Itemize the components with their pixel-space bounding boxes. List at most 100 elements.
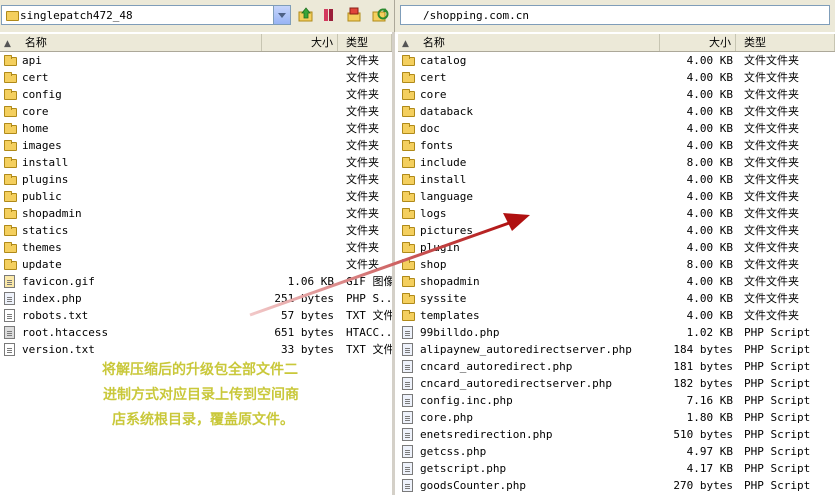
file-name: templates xyxy=(420,309,480,322)
file-row[interactable]: robots.txt 57 bytes TXT 文件 xyxy=(0,307,392,324)
file-size: 4.00 KB xyxy=(686,88,733,101)
file-row[interactable]: enetsredirection.php 510 bytes PHP Script xyxy=(398,426,835,443)
folder-row[interactable]: install 文件夹 xyxy=(0,154,392,171)
file-name: shopadmin xyxy=(420,275,480,288)
file-size: 4.00 KB xyxy=(686,224,733,237)
php-file-icon xyxy=(402,360,413,373)
file-size: 33 bytes xyxy=(281,343,334,356)
file-type: PHP Script xyxy=(744,479,811,492)
file-row[interactable]: config.inc.php 7.16 KB PHP Script xyxy=(398,392,835,409)
file-row[interactable]: 99billdo.php 1.02 KB PHP Script xyxy=(398,324,835,341)
folder-row[interactable]: shopadmin 文件夹 xyxy=(0,205,392,222)
file-size: 1.06 KB xyxy=(287,275,334,288)
folder-row[interactable]: statics 文件夹 xyxy=(0,222,392,239)
file-row[interactable]: cncard_autoredirect.php 181 bytes PHP Scri… xyxy=(398,358,835,375)
folder-row[interactable]: plugins 文件夹 xyxy=(0,171,392,188)
file-size xyxy=(262,154,334,171)
file-row[interactable]: favicon.gif 1.06 KB GIF 图像 xyxy=(0,273,392,290)
file-type: 文件文件夹 xyxy=(744,88,799,101)
column-name-header[interactable]: ▲ 名称 xyxy=(0,34,262,51)
folder-row[interactable]: core 文件夹 xyxy=(0,103,392,120)
file-type: 文件文件夹 xyxy=(744,71,799,84)
file-row[interactable]: version.txt 33 bytes TXT 文件 xyxy=(0,341,392,358)
folder-row[interactable]: syssite 4.00 KB 文件文件夹 xyxy=(398,290,835,307)
folder-icon xyxy=(402,310,415,321)
file-type: PHP Script xyxy=(744,411,811,424)
file-row[interactable]: alipaynew_autoredirectserver.php 184 byte… xyxy=(398,341,835,358)
folder-icon xyxy=(402,259,415,270)
column-size-header[interactable]: 大小 xyxy=(262,34,338,51)
text-file-icon xyxy=(4,309,15,322)
folder-row[interactable]: update 文件夹 xyxy=(0,256,392,273)
file-row[interactable]: cncard_autoredirectserver.php 182 bytes PH… xyxy=(398,375,835,392)
home-folder-icon[interactable] xyxy=(345,6,363,24)
remote-file-list: catalog 4.00 KB 文件文件夹 cert 4.00 KB 文件文件夹 core 4… xyxy=(398,52,835,494)
folder-icon xyxy=(4,225,17,236)
file-name: syssite xyxy=(420,292,467,305)
site-name: singlepatch472_48 xyxy=(20,9,133,22)
file-name: cert xyxy=(22,71,49,84)
refresh-icon[interactable] xyxy=(371,6,389,24)
folder-up-icon[interactable] xyxy=(297,6,315,24)
file-name: images xyxy=(22,139,62,152)
folder-row[interactable]: language 4.00 KB 文件文件夹 xyxy=(398,188,835,205)
folder-row[interactable]: templates 4.00 KB 文件文件夹 xyxy=(398,307,835,324)
file-row[interactable]: getscript.php 4.17 KB PHP Script xyxy=(398,460,835,477)
php-file-icon xyxy=(402,394,413,407)
folder-row[interactable]: fonts 4.00 KB 文件文件夹 xyxy=(398,137,835,154)
column-type-header[interactable]: 类型 xyxy=(736,34,835,51)
folder-row[interactable]: shopadmin 4.00 KB 文件文件夹 xyxy=(398,273,835,290)
file-row[interactable]: goodsCounter.php 270 bytes PHP Script xyxy=(398,477,835,494)
folder-icon xyxy=(4,106,17,117)
file-size: 1.80 KB xyxy=(686,411,733,424)
folder-row[interactable]: databack 4.00 KB 文件文件夹 xyxy=(398,103,835,120)
file-type: 文件文件夹 xyxy=(744,190,799,203)
file-size: 1.02 KB xyxy=(686,326,733,339)
folder-row[interactable]: config 文件夹 xyxy=(0,86,392,103)
folder-row[interactable]: catalog 4.00 KB 文件文件夹 xyxy=(398,52,835,69)
site-selector[interactable]: singlepatch472_48 xyxy=(1,5,291,25)
folder-row[interactable]: include 8.00 KB 文件文件夹 xyxy=(398,154,835,171)
file-size: 651 bytes xyxy=(274,326,334,339)
php-file-icon xyxy=(402,343,413,356)
file-size: 4.00 KB xyxy=(686,173,733,186)
column-size-header[interactable]: 大小 xyxy=(660,34,736,51)
file-size xyxy=(262,188,334,205)
folder-row[interactable]: doc 4.00 KB 文件文件夹 xyxy=(398,120,835,137)
folder-row[interactable]: install 4.00 KB 文件文件夹 xyxy=(398,171,835,188)
file-size: 8.00 KB xyxy=(686,258,733,271)
file-name: cncard_autoredirect.php xyxy=(420,360,573,373)
chevron-down-icon[interactable] xyxy=(273,6,290,24)
column-name-header[interactable]: ▲ 名称 xyxy=(398,34,660,51)
file-row[interactable]: core.php 1.80 KB PHP Script xyxy=(398,409,835,426)
text-file-icon xyxy=(4,343,15,356)
folder-row[interactable]: pictures 4.00 KB 文件文件夹 xyxy=(398,222,835,239)
instruction-annotation: 将解压缩后的升级包全部文件二 进制方式对应目录上传到空间商 店系统根目录，覆盖原… xyxy=(102,358,342,433)
folder-row[interactable]: cert 文件夹 xyxy=(0,69,392,86)
file-row[interactable]: getcss.php 4.97 KB PHP Script xyxy=(398,443,835,460)
folder-row[interactable]: home 文件夹 xyxy=(0,120,392,137)
folder-row[interactable]: public 文件夹 xyxy=(0,188,392,205)
file-name: install xyxy=(22,156,69,169)
folder-row[interactable]: logs 4.00 KB 文件文件夹 xyxy=(398,205,835,222)
folder-row[interactable]: core 4.00 KB 文件文件夹 xyxy=(398,86,835,103)
file-name: core xyxy=(420,88,447,101)
file-size xyxy=(262,171,334,188)
folder-row[interactable]: images 文件夹 xyxy=(0,137,392,154)
folder-row[interactable]: shop 8.00 KB 文件文件夹 xyxy=(398,256,835,273)
file-type: 文件文件夹 xyxy=(744,292,799,305)
sort-up-icon: ▲ xyxy=(4,39,11,49)
remote-path-field[interactable]: /shopping.com.cn xyxy=(400,5,830,25)
folder-icon xyxy=(402,140,415,151)
new-folder-icon[interactable] xyxy=(320,6,338,24)
folder-row[interactable]: api 文件夹 xyxy=(0,52,392,69)
file-type: 文件夹 xyxy=(346,139,379,152)
folder-row[interactable]: cert 4.00 KB 文件文件夹 xyxy=(398,69,835,86)
folder-row[interactable]: plugin 4.00 KB 文件文件夹 xyxy=(398,239,835,256)
column-type-header[interactable]: 类型 xyxy=(338,34,392,51)
file-row[interactable]: index.php 251 bytes PHP S... xyxy=(0,290,392,307)
file-row[interactable]: root.htaccess 651 bytes HTACC... xyxy=(0,324,392,341)
folder-icon xyxy=(402,106,415,117)
folder-row[interactable]: themes 文件夹 xyxy=(0,239,392,256)
file-type: 文件夹 xyxy=(346,54,379,67)
